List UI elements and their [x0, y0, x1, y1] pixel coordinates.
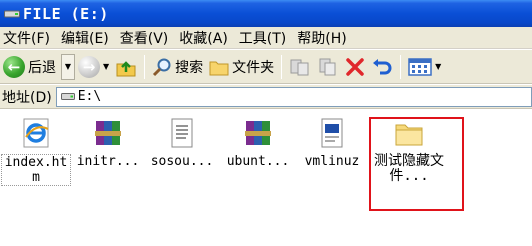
system-file-icon [315, 116, 349, 150]
forward-dropdown-icon[interactable]: ▼ [103, 62, 109, 71]
views-dropdown-icon[interactable]: ▼ [435, 62, 441, 71]
up-button[interactable] [112, 53, 140, 81]
file-item[interactable]: sosou... [146, 116, 218, 169]
back-arrow-icon: ← [3, 55, 25, 78]
toolbar: ← 后退 ▼ → ▼ 搜索 文件夹 ▼ [0, 50, 532, 84]
folders-label: 文件夹 [232, 59, 275, 76]
menu-view[interactable]: 查看(V) [116, 28, 176, 48]
toolbar-separator [400, 54, 402, 79]
folders-button[interactable]: 文件夹 [206, 53, 277, 81]
winrar-archive-icon [91, 116, 125, 150]
views-grid-icon [408, 57, 432, 76]
copy-to-button[interactable] [314, 53, 342, 81]
toolbar-separator [281, 54, 283, 79]
file-name: sosou... [150, 154, 214, 169]
forward-button[interactable]: → ▼ [75, 53, 112, 81]
move-to-button[interactable] [286, 53, 314, 81]
folders-icon [209, 61, 229, 75]
move-to-icon [290, 59, 309, 75]
delete-x-icon [346, 57, 364, 76]
drive-icon [4, 10, 20, 17]
delete-button[interactable] [342, 53, 368, 81]
forward-arrow-icon: → [78, 55, 100, 78]
window-title: FILE (E:) [23, 4, 109, 23]
menu-help[interactable]: 帮助(H) [293, 28, 353, 48]
file-item[interactable]: initr... [72, 116, 144, 169]
file-item[interactable]: ubunt... [222, 116, 294, 169]
undo-button[interactable] [368, 53, 396, 81]
menu-file[interactable]: 文件(F) [0, 28, 57, 48]
text-document-icon [165, 116, 199, 150]
back-label: 后退 [28, 59, 56, 76]
address-label: 地址(D) [2, 89, 52, 106]
file-name: initr... [76, 154, 140, 169]
menu-favorites[interactable]: 收藏(A) [175, 28, 235, 48]
file-item[interactable]: vmlinuz [296, 116, 368, 169]
menu-bar: 文件(F) 编辑(E) 查看(V) 收藏(A) 工具(T) 帮助(H) [0, 27, 532, 49]
address-input[interactable]: E:\ [55, 86, 532, 107]
back-dropdown-button[interactable]: ▼ [61, 53, 75, 80]
search-button[interactable]: 搜索 [149, 53, 206, 81]
file-item[interactable]: index.htm [0, 116, 72, 186]
search-label: 搜索 [175, 59, 204, 76]
folder-up-icon [116, 60, 136, 76]
toolbar-separator [144, 54, 146, 79]
drive-icon [60, 93, 75, 100]
file-name: ubunt... [226, 154, 290, 169]
file-name: vmlinuz [304, 154, 360, 169]
menu-tools[interactable]: 工具(T) [235, 28, 293, 48]
title-bar: FILE (E:) [0, 0, 532, 27]
menu-edit[interactable]: 编辑(E) [57, 28, 116, 48]
views-button[interactable]: ▼ [405, 53, 444, 81]
copy-to-icon [319, 58, 336, 75]
highlight-annotation [369, 117, 464, 211]
undo-icon [373, 58, 392, 74]
back-button[interactable]: ← 后退 [0, 53, 59, 81]
search-icon [153, 58, 171, 76]
file-name: index.htm [1, 154, 71, 186]
address-bar: 地址(D) E:\ [0, 85, 532, 109]
address-value: E:\ [77, 89, 102, 104]
winrar-archive-icon [241, 116, 275, 150]
ie-html-icon [19, 116, 53, 150]
